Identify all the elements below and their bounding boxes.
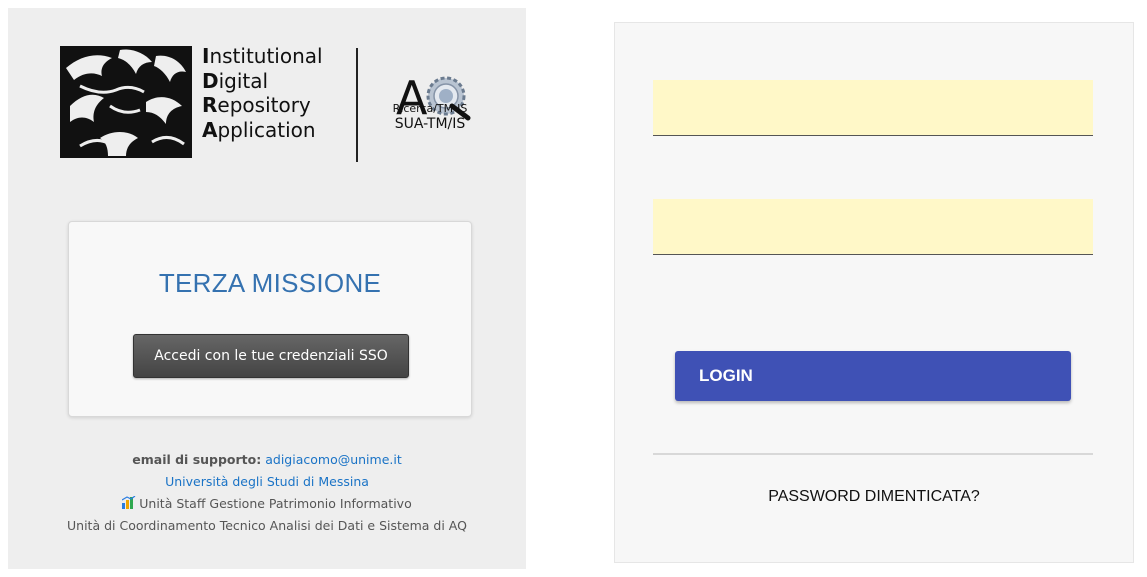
login-card: TERZA MISSIONE Accedi con le tue credenz… <box>68 221 472 417</box>
bar-chart-icon <box>122 496 136 509</box>
aq-logo-icon: A <box>396 71 471 125</box>
login-button[interactable]: LOGIN <box>675 351 1071 401</box>
support-email-link[interactable]: adigiacomo@unime.it <box>265 452 402 467</box>
footer: email di supporto: adigiacomo@unime.it U… <box>8 449 526 537</box>
page-title: TERZA MISSIONE <box>158 268 382 298</box>
right-panel: LOGIN PASSWORD DIMENTICATA? <box>614 22 1134 563</box>
university-line: Università degli Studi di Messina <box>8 471 526 493</box>
support-line: email di supporto: adigiacomo@unime.it <box>8 449 526 471</box>
staff-line: Unità Staff Gestione Patrimonio Informat… <box>8 493 526 515</box>
logo-divider <box>356 48 358 162</box>
forgot-password-link[interactable]: PASSWORD DIMENTICATA? <box>615 488 1133 506</box>
idra-logo: Institutional Digital Repository Applica… <box>60 44 480 174</box>
idra-line: Institutional <box>202 44 323 68</box>
idra-line: Digital <box>202 68 269 93</box>
aq-title: SUA-TM/IS <box>394 116 466 132</box>
university-link[interactable]: Università degli Studi di Messina <box>165 474 369 489</box>
idra-line: Application <box>202 117 316 142</box>
aq-subtitle: Ricerca/TM-IS <box>392 102 468 115</box>
idra-line: Repository <box>202 93 311 117</box>
divider <box>653 453 1093 455</box>
support-label: email di supporto: <box>132 452 262 467</box>
hydra-logo-icon <box>60 46 192 158</box>
coord-unit-text: Unità di Coordinamento Tecnico Analisi d… <box>67 518 467 533</box>
idra-wordmark: Institutional Digital Repository Applica… <box>202 44 323 142</box>
username-field[interactable] <box>653 80 1093 136</box>
sso-login-button[interactable]: Accedi con le tue credenziali SSO <box>133 334 409 378</box>
left-panel: Institutional Digital Repository Applica… <box>8 8 526 569</box>
password-field[interactable] <box>653 199 1093 255</box>
staff-unit-text: Unità Staff Gestione Patrimonio Informat… <box>139 496 412 511</box>
